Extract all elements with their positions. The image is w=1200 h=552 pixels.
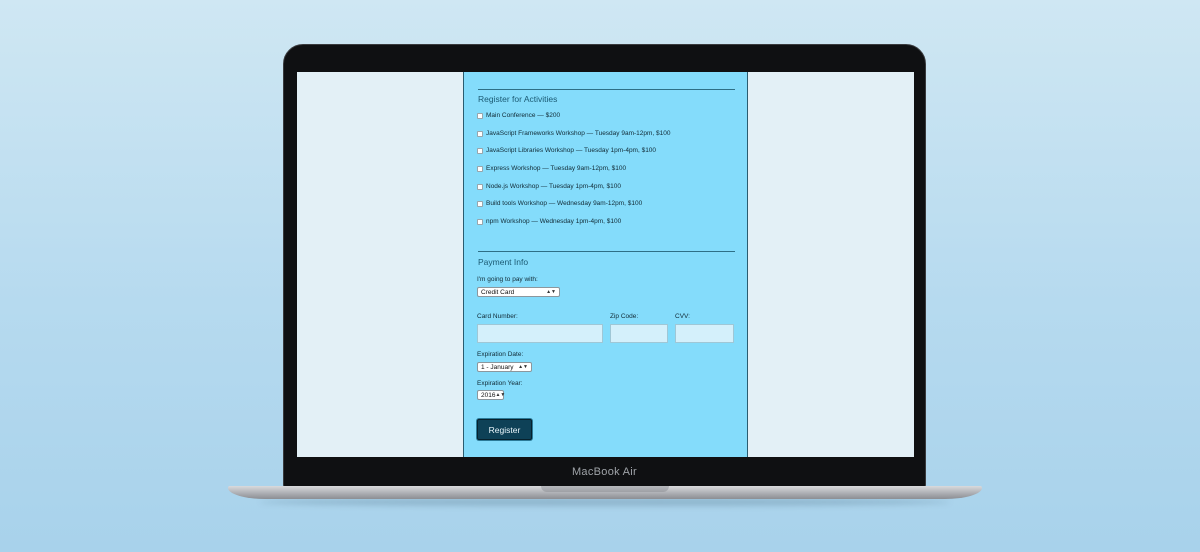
activity-option[interactable]: Build tools Workshop — Wednesday 9am-12p… — [477, 200, 642, 207]
activity-label: Build tools Workshop — Wednesday 9am-12p… — [486, 200, 643, 207]
activity-label: JavaScript Frameworks Workshop — Tuesday… — [486, 130, 671, 137]
activity-option[interactable]: JavaScript Libraries Workshop — Tuesday … — [477, 147, 656, 154]
activity-checkbox[interactable] — [477, 183, 483, 190]
card-number-input[interactable] — [477, 324, 603, 343]
payment-legend: Payment Info — [478, 257, 529, 267]
activity-checkbox[interactable] — [477, 165, 483, 172]
payment-divider — [478, 251, 735, 252]
expiration-year-label: Expiration Year: — [477, 380, 523, 387]
activity-checkbox[interactable] — [477, 112, 483, 119]
activity-checkbox[interactable] — [477, 200, 483, 207]
payment-method-select[interactable]: Credit Card ▲▼ — [477, 287, 560, 297]
device-label: MacBook Air — [571, 466, 638, 478]
cvv-input[interactable] — [675, 324, 734, 343]
activities-divider — [478, 89, 735, 90]
registration-form: Register for Activities Main Conference … — [463, 72, 748, 457]
activity-checkbox[interactable] — [477, 130, 483, 137]
cvv-label: CVV: — [675, 313, 690, 320]
activity-option[interactable]: JavaScript Frameworks Workshop — Tuesday… — [477, 130, 670, 137]
zip-code-label: Zip Code: — [610, 313, 639, 320]
card-number-label: Card Number: — [477, 313, 518, 320]
activity-checkbox[interactable] — [477, 147, 483, 154]
expiration-month-select[interactable]: 1 - January ▲▼ — [477, 362, 532, 372]
payment-method-label: I'm going to pay with: — [477, 276, 538, 283]
activities-legend: Register for Activities — [478, 94, 558, 104]
activity-label: Express Workshop — Tuesday 9am-12pm, $10… — [486, 165, 627, 172]
activity-option[interactable]: npm Workshop — Wednesday 1pm-4pm, $100 — [477, 218, 621, 225]
zip-code-input[interactable] — [610, 324, 668, 343]
expiration-month-value: 1 - January — [481, 363, 514, 371]
select-arrows-icon: ▲▼ — [518, 364, 528, 370]
activity-label: Main Conference — $200 — [486, 112, 561, 119]
select-arrows-icon: ▲▼ — [495, 392, 506, 398]
activity-label: JavaScript Libraries Workshop — Tuesday … — [486, 147, 657, 154]
screen: Register for Activities Main Conference … — [297, 72, 914, 457]
register-button[interactable]: Register — [477, 419, 532, 440]
expiration-year-select[interactable]: 2016 ▲▼ — [477, 390, 506, 400]
activity-option[interactable]: Main Conference — $200 — [477, 112, 560, 119]
activity-option[interactable]: Express Workshop — Tuesday 9am-12pm, $10… — [477, 165, 626, 172]
activity-checkbox[interactable] — [477, 218, 483, 225]
expiration-date-label: Expiration Date: — [477, 351, 524, 358]
select-arrows-icon: ▲▼ — [546, 289, 556, 295]
activity-label: npm Workshop — Wednesday 1pm-4pm, $100 — [486, 218, 622, 225]
laptop-notch — [541, 486, 669, 492]
activity-option[interactable]: Node.js Workshop — Tuesday 1pm-4pm, $100 — [477, 183, 621, 190]
laptop-shadow — [260, 498, 950, 506]
payment-method-value: Credit Card — [481, 288, 515, 296]
activity-label: Node.js Workshop — Tuesday 1pm-4pm, $100 — [486, 183, 622, 190]
expiration-year-value: 2016 — [481, 391, 496, 399]
